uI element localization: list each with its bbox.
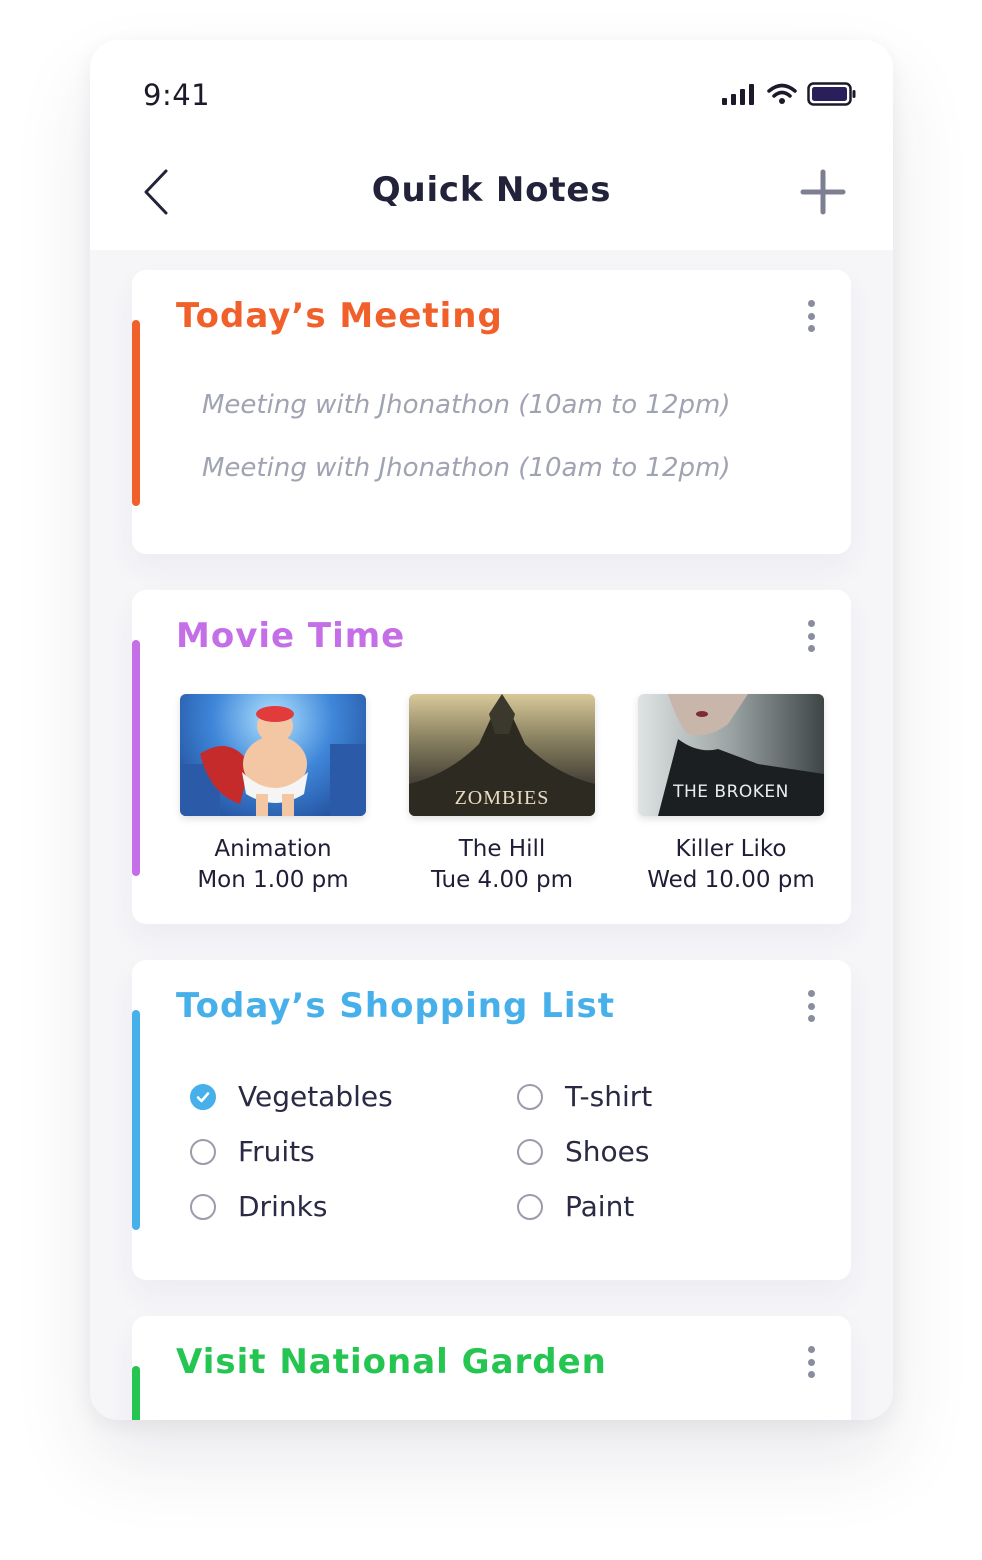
card-title: Visit National Garden [176, 1342, 607, 1382]
card-accent-bar [132, 1366, 140, 1420]
shopping-item-label: Shoes [565, 1135, 650, 1168]
card-title: Today’s Shopping List [176, 986, 615, 1026]
circle-icon[interactable] [190, 1138, 216, 1165]
shopping-item-label: Fruits [238, 1135, 315, 1168]
more-options-button[interactable] [801, 986, 821, 1026]
circle-icon[interactable] [517, 1138, 543, 1165]
card-accent-bar [132, 320, 140, 506]
card-title: Today’s Meeting [176, 296, 503, 336]
circle-icon[interactable] [190, 1193, 216, 1220]
meeting-item: Meeting with Jhonathon (10am to 12pm) [202, 390, 731, 420]
add-note-button[interactable] [797, 166, 849, 218]
more-options-button[interactable] [801, 616, 821, 656]
card-accent-bar [132, 1010, 140, 1230]
shopping-item[interactable]: Fruits [190, 1135, 315, 1168]
shopping-note-card[interactable]: Today’s Shopping List Vegetables Fruits … [132, 960, 851, 1280]
poster-title: THE BROKEN [673, 782, 789, 802]
movie-poster: THE BROKEN [638, 694, 824, 816]
shopping-item-label: Vegetables [238, 1080, 393, 1113]
signal-icon [722, 84, 754, 105]
movie-item[interactable]: Animation Mon 1.00 pm [180, 694, 366, 896]
status-bar: 9:41 [90, 40, 893, 150]
battery-icon [807, 82, 856, 106]
check-circle-icon[interactable] [190, 1083, 216, 1110]
meeting-item: Meeting with Jhonathon (10am to 12pm) [202, 453, 731, 483]
movie-title: Killer Liko [675, 836, 787, 862]
shopping-item[interactable]: Drinks [190, 1190, 327, 1223]
shopping-item[interactable]: Shoes [517, 1135, 649, 1168]
shopping-item[interactable]: Paint [517, 1190, 634, 1223]
movie-poster [180, 694, 366, 816]
more-vertical-icon [807, 300, 815, 307]
movie-title: Animation [214, 836, 332, 862]
circle-icon[interactable] [517, 1083, 543, 1110]
cartoon-character-graphic [180, 706, 366, 816]
shopping-item[interactable]: T-shirt [517, 1080, 652, 1113]
movie-item[interactable]: ZOMBIES The Hill Tue 4.00 pm [409, 694, 595, 896]
more-vertical-icon [807, 620, 815, 627]
card-title: Movie Time [176, 616, 406, 656]
movie-note-card[interactable]: Movie Time Animation Mon 1.00 pm ZOMBIES… [132, 590, 851, 924]
shopping-item-label: T-shirt [565, 1080, 653, 1113]
more-vertical-icon [807, 1346, 815, 1353]
movie-item[interactable]: THE BROKEN Killer Liko Wed 10.00 pm [638, 694, 824, 896]
movie-title: The Hill [458, 836, 546, 862]
shopping-item[interactable]: Vegetables [190, 1080, 393, 1113]
nav-bar: Quick Notes [90, 150, 893, 250]
card-accent-bar [132, 640, 140, 876]
shopping-item-label: Paint [565, 1190, 635, 1223]
shopping-item-label: Drinks [238, 1190, 328, 1223]
movie-poster: ZOMBIES [409, 694, 595, 816]
status-icons [721, 80, 857, 108]
wifi-icon [767, 83, 797, 104]
meeting-note-card[interactable]: Today’s Meeting Meeting with Jhonathon (… [132, 270, 851, 554]
movie-time: Tue 4.00 pm [430, 867, 574, 893]
more-options-button[interactable] [801, 1342, 821, 1382]
phone-screen: 9:41 Quick Notes Today’s Meeting Meeting… [90, 40, 893, 1420]
garden-note-card[interactable]: Visit National Garden [132, 1316, 851, 1420]
movie-time: Mon 1.00 pm [197, 867, 349, 893]
page-title: Quick Notes [371, 170, 612, 210]
more-options-button[interactable] [801, 296, 821, 336]
poster-title: ZOMBIES [454, 787, 550, 809]
circle-icon[interactable] [517, 1193, 543, 1220]
status-time: 9:41 [143, 78, 211, 112]
movie-time: Wed 10.00 pm [647, 867, 815, 893]
more-vertical-icon [807, 990, 815, 997]
plus-icon [800, 169, 846, 215]
